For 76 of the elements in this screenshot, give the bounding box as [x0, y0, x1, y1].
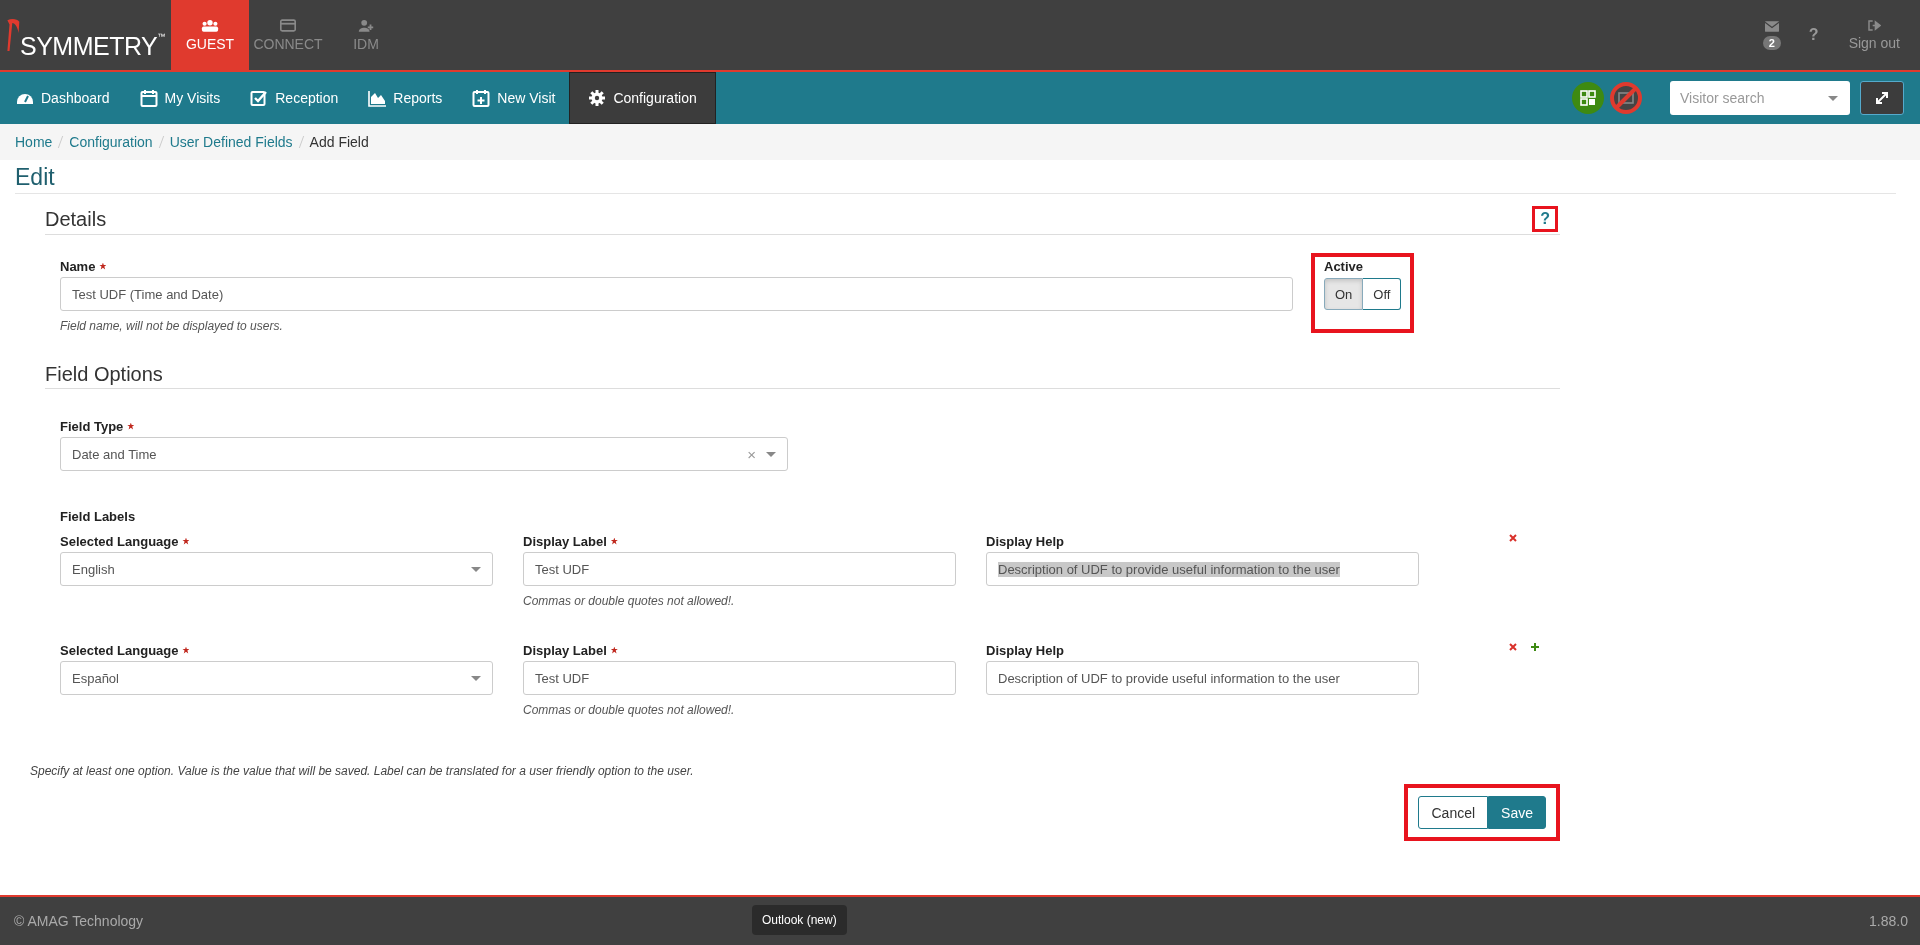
checkbox-icon [250, 89, 269, 107]
name-input[interactable]: Test UDF (Time and Date) [60, 277, 1293, 311]
app-tab[interactable]: GUEST [171, 0, 249, 70]
field-label: Display Label [523, 533, 607, 549]
user-plus-icon [357, 18, 375, 32]
field-label: Name [60, 258, 96, 274]
field-label: Display Help [986, 533, 1065, 549]
remove-icon[interactable] [1509, 643, 1517, 651]
language-select[interactable]: English [60, 552, 493, 586]
help-icon[interactable]: ? [1532, 206, 1558, 232]
expand-icon [1875, 91, 1889, 105]
nav-tab[interactable]: New Visit [456, 72, 570, 124]
field-label: Selected Language [60, 642, 179, 658]
chart-icon [368, 89, 387, 107]
nav-tab[interactable]: Dashboard [0, 72, 124, 124]
required-icon [182, 646, 190, 654]
breadcrumb-link[interactable]: User Defined Fields [169, 134, 293, 150]
remove-icon[interactable] [1509, 534, 1517, 542]
breadcrumb-link[interactable]: Home [15, 134, 53, 150]
display-label-input[interactable]: Test UDF [523, 661, 956, 695]
copyright-text: © AMAG Technology [14, 913, 144, 929]
people-icon [201, 18, 219, 32]
nav-tab[interactable]: Configuration [569, 72, 716, 124]
clear-icon[interactable]: × [747, 445, 756, 463]
breadcrumb-current: Add Field [309, 134, 369, 150]
toggle-option[interactable]: On [1324, 278, 1364, 310]
caret-icon [471, 566, 481, 572]
options-note: Specify at least one option. Value is the value that will be saved. Label can be translated for a user friendly option to the user. [30, 764, 695, 778]
language-select[interactable]: Español [60, 661, 493, 695]
field-hint: Commas or double quotes not allowed!. [523, 703, 736, 717]
required-icon [610, 646, 618, 654]
caret-icon [1828, 95, 1838, 101]
save-button[interactable]: Save [1488, 796, 1546, 829]
field-label: Display Help [986, 642, 1065, 658]
page-title: Edit [15, 164, 1896, 194]
cancel-button[interactable]: Cancel [1418, 796, 1489, 829]
qr-code-icon[interactable] [1572, 82, 1604, 114]
tooltip: Outlook (new) [752, 905, 847, 935]
section-heading: Details [45, 207, 107, 231]
sign-out-icon[interactable] [1867, 19, 1881, 31]
nav-tab[interactable]: Reception [234, 72, 353, 124]
field-label: Field Type [60, 418, 124, 434]
display-help-input[interactable]: Description of UDF to provide useful information to the user [986, 661, 1419, 695]
version-text: 1.88.0 [1869, 913, 1908, 929]
display-label-input[interactable]: Test UDF [523, 552, 956, 586]
app-tab[interactable]: IDM [327, 0, 405, 70]
fullscreen-button[interactable] [1860, 81, 1904, 115]
field-label: Selected Language [60, 533, 179, 549]
field-label: Display Label [523, 642, 607, 658]
nav-tab[interactable]: My Visits [123, 72, 235, 124]
symmetry-logo[interactable]: SYMMETRY™ [6, 10, 165, 60]
add-icon[interactable] [1531, 643, 1539, 651]
card-icon [279, 18, 297, 32]
visitor-search-field[interactable]: Visitor search [1670, 81, 1850, 115]
message-count-badge: 2 [1762, 35, 1781, 50]
caret-icon [766, 451, 776, 457]
display-help-input[interactable]: Description of UDF to provide useful information to the user [986, 552, 1419, 586]
sign-out-link[interactable]: Sign out [1848, 34, 1900, 51]
field-label: Active [1324, 259, 1365, 274]
required-icon [182, 537, 190, 545]
field-hint: Commas or double quotes not allowed!. [523, 594, 736, 608]
caret-icon [471, 675, 481, 681]
app-tab[interactable]: CONNECT [249, 0, 327, 70]
field-hint: Field name, will not be displayed to users. [60, 319, 284, 333]
breadcrumb-link[interactable]: Configuration [69, 134, 153, 150]
section-heading: Field Options [45, 363, 163, 386]
toggle-option[interactable]: Off [1363, 278, 1402, 310]
help-link[interactable]: ? [1792, 26, 1835, 44]
settings-icon [588, 89, 607, 107]
required-icon [610, 537, 618, 545]
field-type-select[interactable]: Date and Time × [60, 437, 788, 471]
group-label: Field Labels [60, 509, 137, 524]
calendar-plus-icon [472, 89, 491, 107]
mail-icon[interactable] [1764, 20, 1779, 32]
calendar-icon [139, 89, 158, 107]
nav-tab[interactable]: Reports [352, 72, 457, 124]
